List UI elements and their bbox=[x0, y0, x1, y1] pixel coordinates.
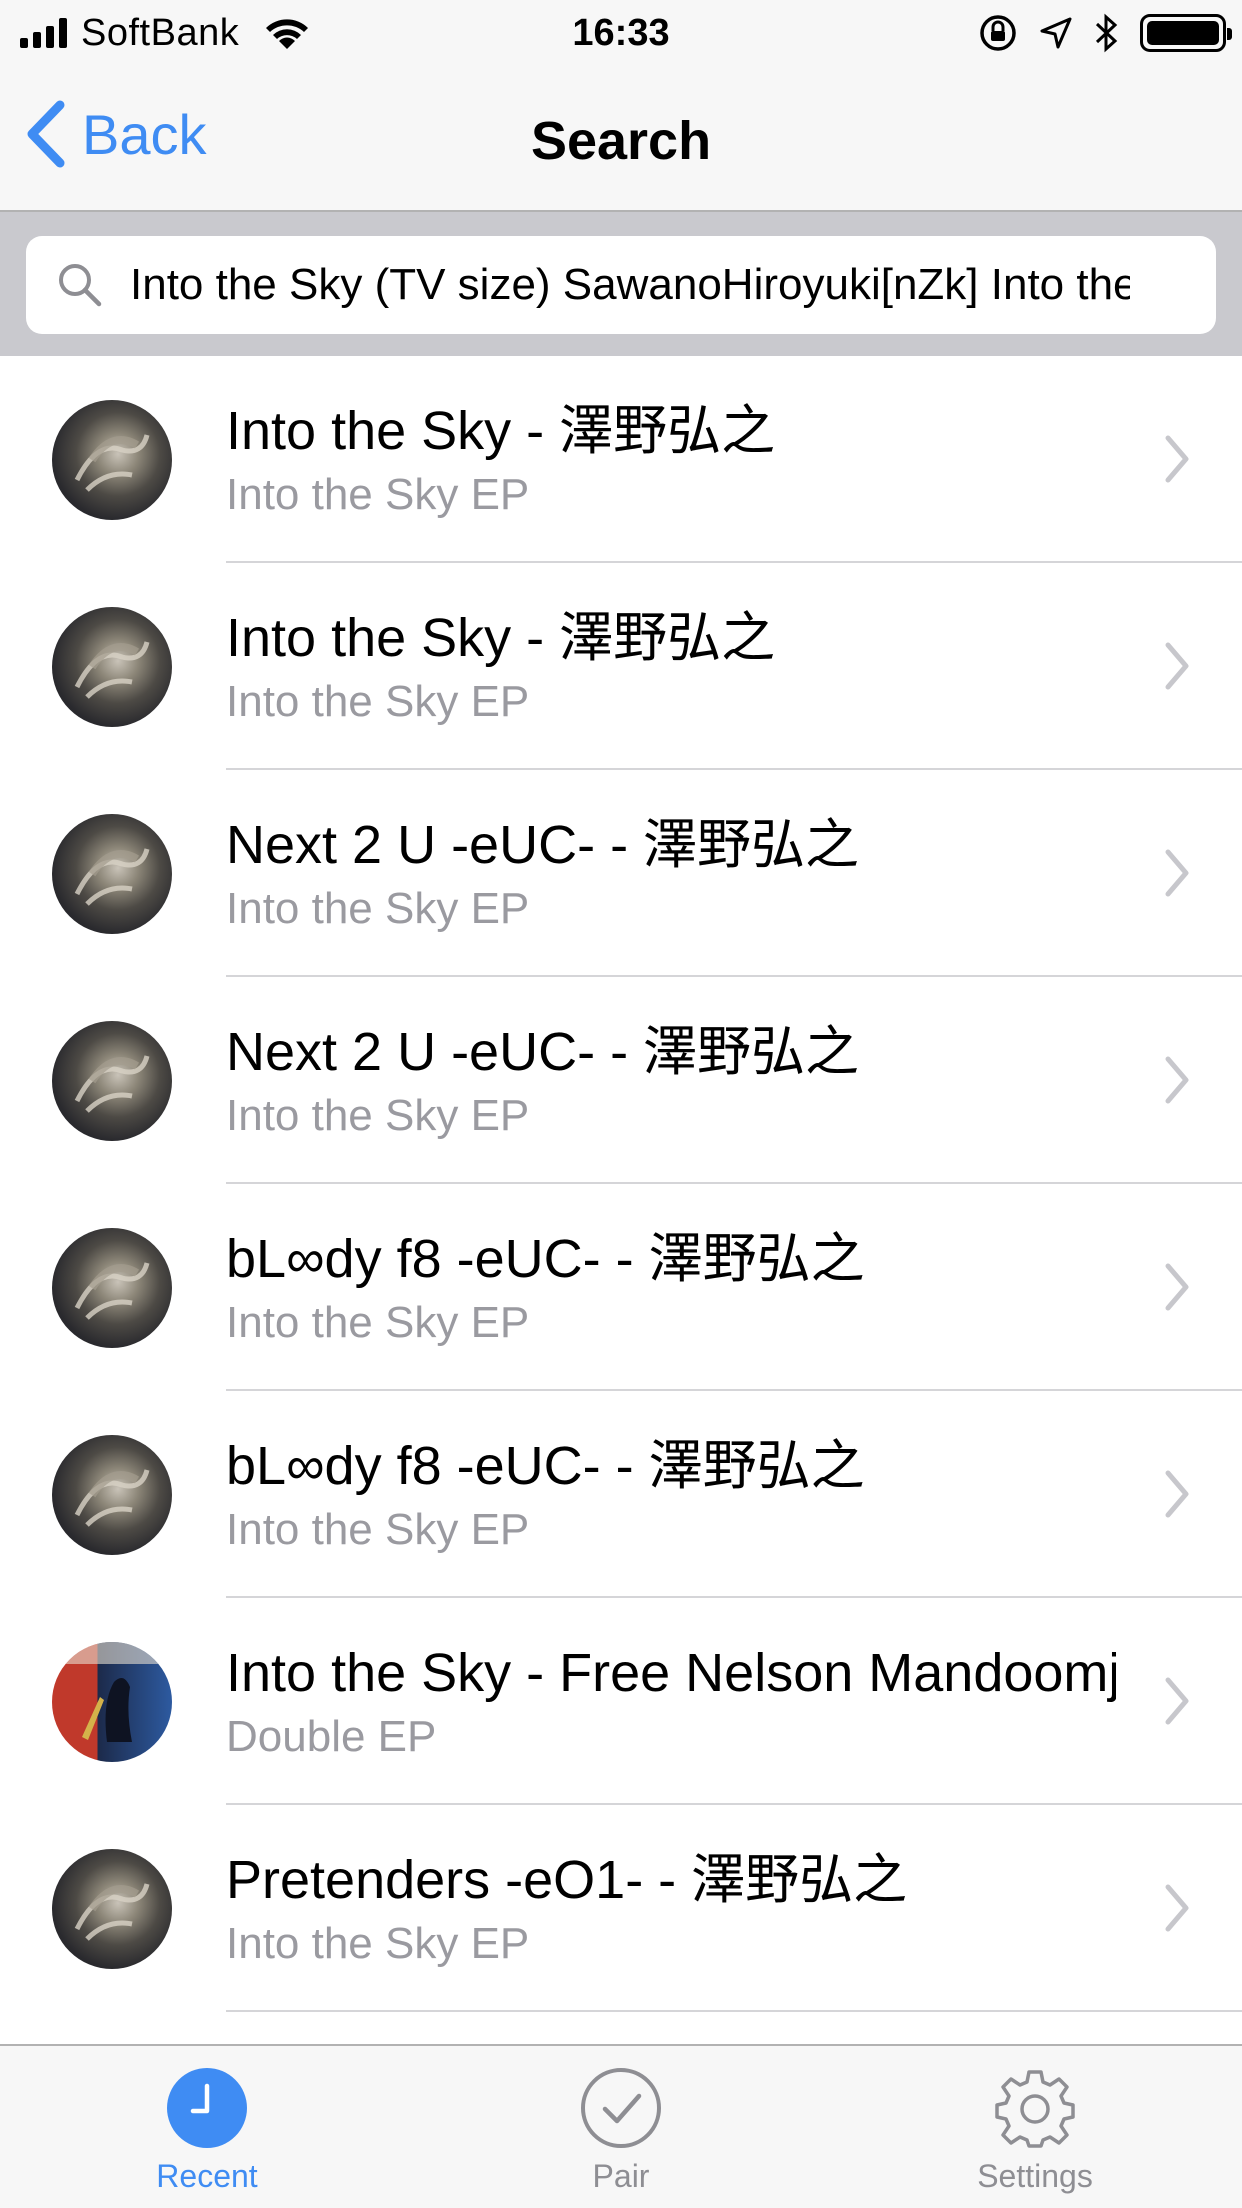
list-item-title: Into the Sky - 澤野弘之 bbox=[226, 401, 776, 461]
list-item-title: bL∞dy f8 -eUC- - 澤野弘之 bbox=[226, 1436, 865, 1496]
chevron-right-icon bbox=[1165, 435, 1189, 483]
list-item-title: Next 2 U -eUC- - 澤野弘之 bbox=[226, 1022, 860, 1082]
gear-icon bbox=[995, 2070, 1075, 2148]
album-art bbox=[52, 1849, 172, 1969]
search-icon bbox=[59, 264, 102, 307]
album-art bbox=[52, 400, 172, 520]
list-item-subtitle: Into the Sky EP bbox=[226, 470, 530, 519]
list-item-title: bL∞dy f8 -eUC- - 澤野弘之 bbox=[226, 1229, 865, 1289]
list-item-subtitle: Double EP bbox=[226, 1712, 437, 1761]
list-item[interactable]: Pretenders -eO1- - 澤野弘之 Into the Sky EP bbox=[0, 1805, 1242, 2012]
list-item[interactable]: Into the Sky - Free Nelson Mandoomjazz D… bbox=[0, 1598, 1242, 1805]
chevron-right-icon bbox=[1165, 642, 1189, 690]
battery-icon bbox=[1140, 14, 1232, 52]
list-item[interactable]: Into the Sky - 澤野弘之 Into the Sky EP bbox=[0, 356, 1242, 563]
rotation-lock-icon bbox=[980, 15, 1016, 51]
clock-icon bbox=[167, 2068, 247, 2148]
album-art-alt bbox=[52, 1642, 172, 1762]
list-item-title: Into the Sky - 澤野弘之 bbox=[226, 608, 776, 668]
chevron-right-icon bbox=[1165, 1677, 1189, 1725]
album-art bbox=[52, 814, 172, 934]
list-item-title: Next 2 U -eUC- - 澤野弘之 bbox=[226, 815, 860, 875]
chevron-right-icon bbox=[1165, 849, 1189, 897]
results-list[interactable]: Into the Sky - 澤野弘之 Into the Sky EP Into… bbox=[0, 356, 1242, 2044]
list-item-title: Pretenders -eO1- - 澤野弘之 bbox=[226, 1850, 908, 1910]
tab-label: Recent bbox=[156, 2158, 258, 2194]
list-item[interactable]: bL∞dy f8 -eUC- - 澤野弘之 Into the Sky EP bbox=[0, 1391, 1242, 1598]
list-item[interactable]: Into the Sky - 澤野弘之 Into the Sky EP bbox=[0, 563, 1242, 770]
status-bar: SoftBank 16:33 bbox=[0, 0, 1242, 66]
checkmark-circle-icon bbox=[581, 2068, 661, 2148]
search-area bbox=[0, 212, 1242, 356]
list-item-subtitle: Into the Sky EP bbox=[226, 1298, 530, 1347]
chevron-right-icon bbox=[1165, 1470, 1189, 1518]
album-art bbox=[52, 607, 172, 727]
album-art bbox=[52, 1021, 172, 1141]
tab-bar: Recent Pair Settings bbox=[0, 2044, 1242, 2208]
page-title: Search bbox=[530, 111, 712, 171]
list-item[interactable]: Next 2 U -eUC- - 澤野弘之 Into the Sky EP bbox=[0, 977, 1242, 1184]
search-input[interactable] bbox=[130, 236, 1130, 334]
list-item-subtitle: Into the Sky EP bbox=[226, 1919, 530, 1968]
list-item-subtitle: Into the Sky EP bbox=[226, 677, 530, 726]
list-item[interactable]: Next 2 U -eUC- - 澤野弘之 Into the Sky EP bbox=[0, 770, 1242, 977]
list-item-subtitle: Into the Sky EP bbox=[226, 884, 530, 933]
list-item-subtitle: Into the Sky EP bbox=[226, 1505, 530, 1554]
tab-recent[interactable]: Recent bbox=[0, 2046, 414, 2208]
status-right bbox=[978, 10, 1232, 56]
chevron-right-icon bbox=[1165, 1884, 1189, 1932]
chevron-right-icon bbox=[1165, 1263, 1189, 1311]
album-art bbox=[52, 1228, 172, 1348]
list-item[interactable]: bL∞dy f8 -eUC- - 澤野弘之 Into the Sky EP bbox=[0, 1184, 1242, 1391]
tab-pair[interactable]: Pair bbox=[414, 2046, 828, 2208]
location-icon bbox=[1040, 17, 1072, 49]
tab-settings[interactable]: Settings bbox=[828, 2046, 1242, 2208]
tab-label: Settings bbox=[977, 2158, 1093, 2194]
album-art bbox=[52, 1435, 172, 1555]
list-item-title: Into the Sky - Free Nelson Mandoomjazz bbox=[226, 1643, 1116, 1703]
chevron-right-icon bbox=[1165, 1056, 1189, 1104]
navigation-bar: Back Search bbox=[0, 66, 1242, 212]
search-box[interactable] bbox=[26, 236, 1216, 334]
list-item-subtitle: Into the Sky EP bbox=[226, 1091, 530, 1140]
tab-label: Pair bbox=[592, 2158, 650, 2194]
bluetooth-icon bbox=[1095, 13, 1118, 53]
